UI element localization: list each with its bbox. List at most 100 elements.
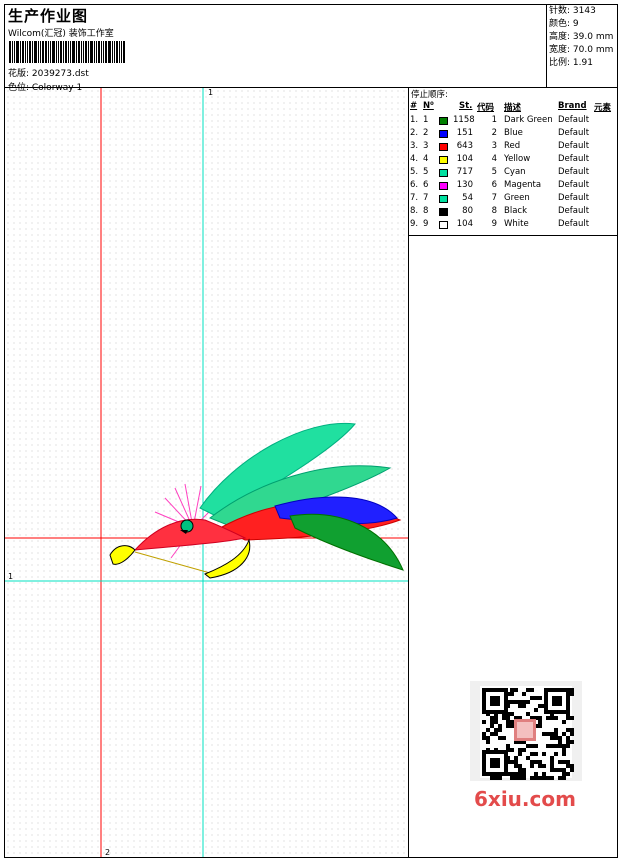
qr-module xyxy=(538,776,542,780)
color-swatch xyxy=(439,208,448,216)
qr-module xyxy=(526,700,530,704)
qr-module xyxy=(486,736,490,740)
crosshair-label-top: 1 xyxy=(208,88,214,97)
qr-module xyxy=(554,768,558,772)
company-name: Wilcom(汇冠) 装饰工作室 xyxy=(8,29,114,39)
color-swatch xyxy=(439,117,448,125)
qr-module xyxy=(522,704,526,708)
qr-module xyxy=(566,744,570,748)
qr-module xyxy=(542,732,546,736)
qr-module xyxy=(514,700,518,704)
color-swatch xyxy=(439,182,448,190)
qr-module xyxy=(566,716,570,720)
barcode-bar xyxy=(76,41,77,63)
barcode-bar xyxy=(108,41,111,63)
qr-module xyxy=(518,764,522,768)
row-number: 4. xyxy=(410,154,419,164)
row-code: 1 xyxy=(491,115,497,125)
qr-module xyxy=(542,752,546,756)
qr-module xyxy=(518,772,522,776)
row-description: Yellow xyxy=(504,154,531,164)
qr-module xyxy=(510,724,514,728)
qr-module xyxy=(534,776,538,780)
row-code: 7 xyxy=(491,193,497,203)
qr-module xyxy=(494,720,498,724)
qr-module xyxy=(498,728,502,732)
row-brand: Default xyxy=(558,115,590,125)
qr-module xyxy=(514,688,518,692)
barcode-bar xyxy=(32,41,33,63)
qr-module xyxy=(510,776,514,780)
qr-module xyxy=(522,772,526,776)
qr-module xyxy=(522,748,526,752)
stat-colors: 颜色: 9 xyxy=(549,19,579,29)
row-stitches: 80 xyxy=(462,206,473,216)
row-description: Red xyxy=(504,141,521,151)
row-needle: 8 xyxy=(423,206,429,216)
qr-module xyxy=(566,728,570,732)
stop-sequence-row: 1. 1 1158 1 Dark Green Default xyxy=(409,115,617,128)
qr-module xyxy=(550,756,554,760)
qr-module xyxy=(550,716,554,720)
qr-module xyxy=(482,736,486,740)
qr-module xyxy=(534,752,538,756)
page-title: 生产作业图 xyxy=(8,7,89,25)
row-stitches: 717 xyxy=(456,167,473,177)
qr-module xyxy=(526,744,530,748)
barcode-bar xyxy=(101,41,102,63)
qr-module xyxy=(510,772,514,776)
qr-module xyxy=(494,776,498,780)
qr-module xyxy=(546,744,550,748)
qr-module xyxy=(486,740,490,744)
color-swatch xyxy=(439,130,448,138)
col-n: N⁰ xyxy=(423,101,434,111)
qr-module xyxy=(552,696,562,706)
qr-module xyxy=(490,758,500,768)
barcode-bar xyxy=(94,41,95,63)
barcode-bar xyxy=(14,41,15,63)
barcode-bar xyxy=(98,41,100,63)
barcode-bar xyxy=(38,41,39,63)
qr-module xyxy=(534,760,538,764)
row-code: 3 xyxy=(491,141,497,151)
qr-module xyxy=(538,724,542,728)
qr-module xyxy=(570,692,574,696)
barcode-bar xyxy=(65,41,67,63)
qr-module xyxy=(570,688,574,692)
qr-module xyxy=(538,760,542,764)
qr-module xyxy=(518,752,522,756)
qr-module xyxy=(570,732,574,736)
qr-module xyxy=(510,720,514,724)
qr-module xyxy=(530,760,534,764)
row-needle: 4 xyxy=(423,154,429,164)
qr-module xyxy=(506,724,510,728)
barcode-bar xyxy=(70,41,71,63)
qr-module xyxy=(502,716,506,720)
row-code: 9 xyxy=(491,219,497,229)
qr-module xyxy=(570,740,574,744)
qr-module xyxy=(562,720,566,724)
design-canvas: 1 1 2 xyxy=(5,88,408,857)
stop-sequence-header: # N⁰ St. 代码 描述 Brand 元素 xyxy=(409,101,617,113)
qr-module xyxy=(562,768,566,772)
row-stitches: 130 xyxy=(456,180,473,190)
barcode-bar xyxy=(112,41,113,63)
row-description: Dark Green xyxy=(504,115,553,125)
row-brand: Default xyxy=(558,193,590,203)
barcode-bar xyxy=(58,41,59,63)
qr-module xyxy=(530,696,534,700)
barcode-bar xyxy=(103,41,104,63)
qr-module xyxy=(518,776,522,780)
qr-module xyxy=(518,704,522,708)
qr-module xyxy=(534,696,538,700)
row-number: 3. xyxy=(410,141,419,151)
barcode-bar xyxy=(20,41,21,63)
row-description: Black xyxy=(504,206,527,216)
qr-module xyxy=(550,744,554,748)
color-swatch xyxy=(439,221,448,229)
barcode-bar xyxy=(40,41,41,63)
col-code: 代码 xyxy=(477,103,495,113)
barcode-bar xyxy=(48,41,49,63)
stat-stitches: 针数: 3143 xyxy=(549,6,596,16)
barcode-bar xyxy=(16,41,19,63)
